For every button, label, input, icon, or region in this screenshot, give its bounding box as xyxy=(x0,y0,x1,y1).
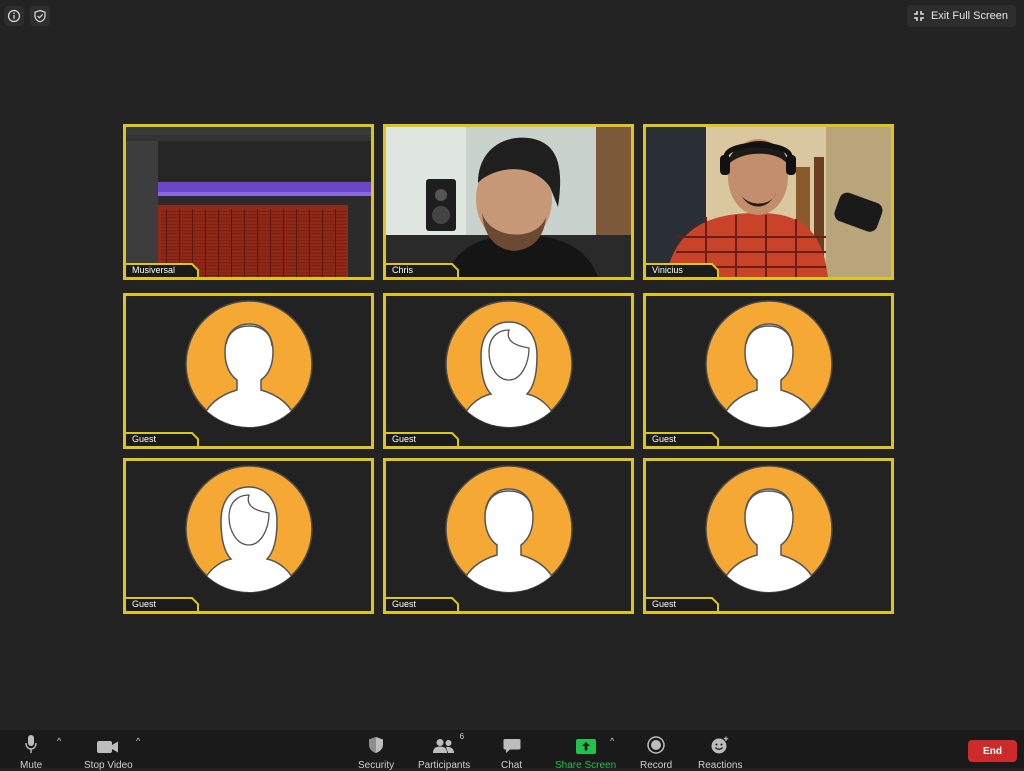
participant-tile[interactable]: Guest xyxy=(383,293,634,449)
share-screen-icon xyxy=(575,739,596,754)
record-button[interactable]: Record xyxy=(640,734,672,771)
participant-tile[interactable]: Guest xyxy=(123,458,374,614)
reactions-label: Reactions xyxy=(698,760,743,771)
security-button[interactable]: Security xyxy=(358,734,394,771)
audio-options-caret[interactable]: ^ xyxy=(57,736,61,746)
participant-tile[interactable]: Musiversal xyxy=(123,124,374,280)
chat-button[interactable]: Chat xyxy=(501,734,522,771)
share-options-caret[interactable]: ^ xyxy=(610,736,614,746)
exit-fullscreen-label: Exit Full Screen xyxy=(930,10,1008,22)
participant-name: Vinicius xyxy=(652,265,683,275)
participant-tile[interactable]: Guest xyxy=(643,293,894,449)
participant-name: Guest xyxy=(132,599,157,609)
security-shield-icon xyxy=(369,737,384,753)
participant-tile[interactable]: Guest xyxy=(643,458,894,614)
mute-label: Mute xyxy=(20,760,43,771)
default-avatar-icon xyxy=(444,300,573,433)
video-feed xyxy=(126,127,371,277)
participant-name: Musiversal xyxy=(132,265,176,275)
participant-tile[interactable]: Chris xyxy=(383,124,634,280)
share-screen-label: Share Screen xyxy=(555,760,617,771)
participant-name: Guest xyxy=(392,434,417,444)
participant-tile[interactable]: Vinicius xyxy=(643,124,894,280)
video-camera-icon xyxy=(97,741,119,753)
default-avatar-icon xyxy=(444,465,573,598)
participants-count-badge: 6 xyxy=(459,732,465,741)
record-label: Record xyxy=(640,760,673,771)
stop-video-button[interactable]: Stop Video xyxy=(84,734,133,771)
participant-tile[interactable]: Guest xyxy=(383,458,634,614)
video-feed xyxy=(646,127,891,277)
info-icon[interactable] xyxy=(4,6,24,26)
participants-icon xyxy=(433,739,455,753)
default-avatar-icon xyxy=(184,465,313,598)
participant-name: Guest xyxy=(652,599,677,609)
participants-label: Participants xyxy=(418,760,471,771)
video-options-caret[interactable]: ^ xyxy=(136,736,140,746)
mute-button[interactable]: Mute xyxy=(20,734,42,771)
default-avatar-icon xyxy=(704,300,833,433)
participant-name: Guest xyxy=(132,434,157,444)
meeting-toolbar: Mute ^ Stop Video ^ Security 6 Participa… xyxy=(0,730,1024,771)
participant-name: Chris xyxy=(392,265,414,275)
record-icon xyxy=(647,736,665,754)
encryption-shield-icon[interactable] xyxy=(30,6,50,26)
video-feed xyxy=(386,127,631,277)
participant-tile[interactable]: Guest xyxy=(123,293,374,449)
chat-bubble-icon xyxy=(503,739,521,753)
exit-fullscreen-icon xyxy=(913,11,924,21)
participant-name: Guest xyxy=(652,434,677,444)
end-meeting-button[interactable]: End xyxy=(968,740,1017,762)
microphone-icon xyxy=(25,735,37,753)
default-avatar-icon xyxy=(704,465,833,598)
chat-label: Chat xyxy=(501,760,523,771)
participants-button[interactable]: 6 Participants xyxy=(418,732,471,771)
participant-name: Guest xyxy=(392,599,417,609)
exit-fullscreen-button[interactable]: Exit Full Screen xyxy=(906,5,1016,27)
share-screen-button[interactable]: Share Screen xyxy=(555,734,616,771)
default-avatar-icon xyxy=(184,300,313,433)
stop-video-label: Stop Video xyxy=(84,760,133,771)
security-label: Security xyxy=(358,760,395,771)
reactions-button[interactable]: Reactions xyxy=(698,734,742,771)
reactions-smiley-icon xyxy=(711,736,729,754)
